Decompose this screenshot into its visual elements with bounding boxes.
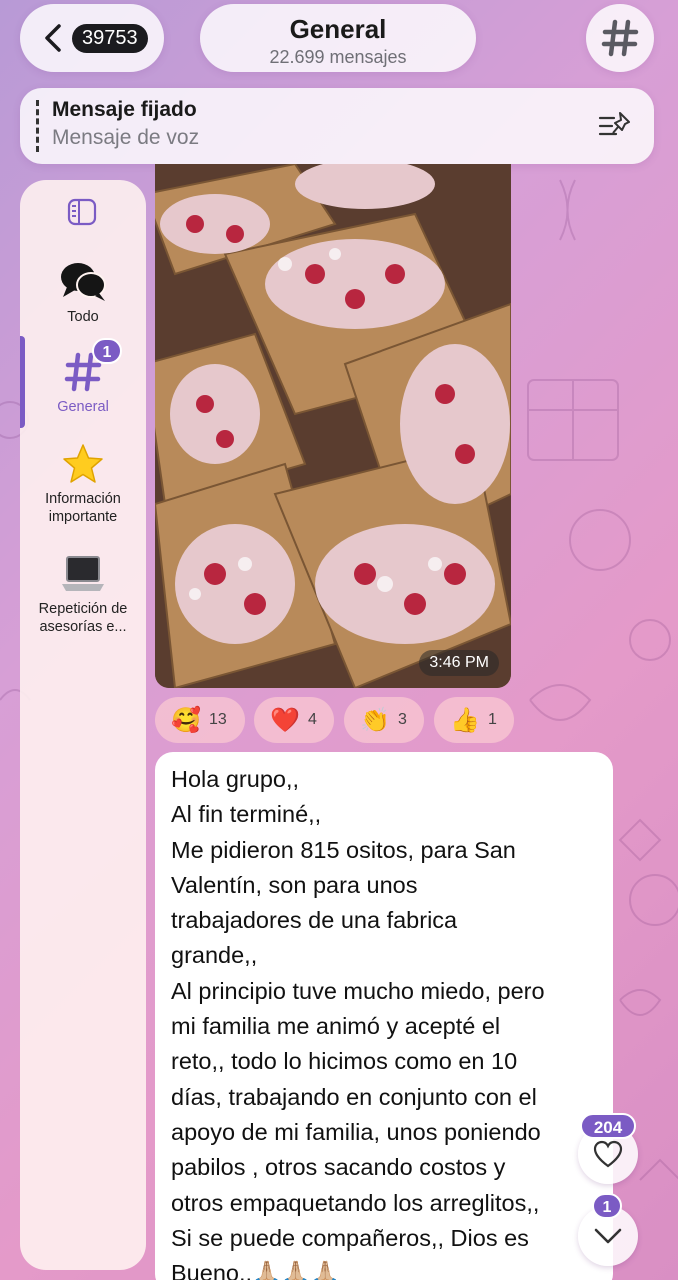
photo-timestamp: 3:46 PM [419, 650, 499, 676]
topic-button[interactable] [586, 4, 654, 72]
reactions-count-badge: 204 [580, 1113, 636, 1139]
text-message-bubble[interactable]: Hola grupo,, Al fin terminé,, Me pidiero… [155, 752, 613, 1280]
star-icon [59, 442, 107, 486]
message-line: días, trabajando en conjunto con el [171, 1083, 537, 1110]
sidebar-item-label-line1: Repetición de [38, 601, 128, 617]
clapping-hands-emoji-icon: 👏 [360, 706, 390, 734]
chat-bubbles-icon [59, 260, 107, 304]
unread-down-badge: 1 [592, 1193, 622, 1219]
message-count: 22.699 mensajes [269, 47, 407, 67]
reaction-smiling-hearts[interactable]: 🥰 13 [155, 697, 245, 743]
reaction-count: 13 [209, 711, 227, 728]
message-line: Al principio tuve mucho miedo, pero [171, 977, 545, 1004]
chevron-down-icon [594, 1228, 622, 1244]
thumbs-up-emoji-icon: 👍 [450, 706, 480, 734]
sidebar-item-todo[interactable]: Todo [20, 260, 146, 326]
chevron-left-icon [45, 24, 61, 52]
reaction-count: 3 [398, 711, 407, 728]
back-button[interactable]: 39753 [20, 4, 164, 72]
message-line: apoyo de mi familia, unos poniendo [171, 1118, 541, 1145]
message-line: otros empaquetando los arreglitos,, [171, 1189, 540, 1216]
sidebar-item-informacion[interactable]: Información importante [20, 442, 146, 526]
topics-sidebar: Todo 1 General Información importante Re… [20, 180, 146, 1270]
chat-title: General [289, 14, 387, 44]
unread-badge: 1 [92, 338, 122, 364]
pinned-indicator [36, 100, 39, 152]
sidebar-item-label-line1: Información [45, 491, 121, 507]
message-line: grande,, [171, 942, 258, 969]
message-line: Me pidieron 815 ositos, para San [171, 836, 516, 863]
sidebar-toggle-icon[interactable] [67, 198, 97, 226]
message-line: mi familia me animó y acepté el [171, 1013, 501, 1040]
reaction-heart[interactable]: ❤️ 4 [254, 697, 334, 743]
smiling-hearts-emoji-icon: 🥰 [171, 706, 201, 734]
message-line: Si se puede compañeros,, Dios es [171, 1224, 529, 1251]
pinned-title: Mensaje fijado [52, 98, 197, 121]
message-line: Al fin terminé,, [171, 801, 322, 828]
photo-message[interactable]: 3:46 PM [155, 164, 511, 688]
chat-header[interactable]: General 22.699 mensajes [200, 4, 476, 72]
sidebar-item-label: Todo [67, 309, 99, 325]
pinned-message[interactable]: Mensaje fijado Mensaje de voz [20, 88, 654, 164]
message-line: Bueno,,🙏🏼🙏🏼🙏🏼 [171, 1260, 340, 1280]
reaction-clap[interactable]: 👏 3 [344, 697, 424, 743]
sidebar-item-label-line2: asesorías e... [39, 619, 127, 635]
message-line: Hola grupo,, [171, 766, 300, 792]
reaction-thumbs-up[interactable]: 👍 1 [434, 697, 514, 743]
pinned-subtitle: Mensaje de voz [52, 126, 200, 149]
unread-count-badge: 39753 [72, 23, 148, 53]
sidebar-item-label-line2: importante [48, 509, 118, 525]
boxes-of-gifts-image [155, 164, 511, 688]
reaction-count: 4 [308, 711, 317, 728]
message-line: Valentín, son para unos [171, 871, 418, 898]
heart-outline-icon [593, 1140, 623, 1168]
sidebar-item-label: General [57, 399, 109, 415]
sidebar-item-general[interactable]: 1 General [20, 338, 146, 416]
message-line: pabilos , otros sacando costos y [171, 1154, 506, 1181]
sidebar-item-repeticion[interactable]: Repetición de asesorías e... [20, 552, 146, 636]
reaction-count: 1 [488, 711, 497, 728]
message-line: reto,, todo lo hicimos como en 10 [171, 1048, 518, 1075]
laptop-icon [59, 552, 107, 596]
heart-emoji-icon: ❤️ [270, 706, 300, 734]
hash-icon [601, 19, 639, 57]
message-line: trabajadores de una fabrica [171, 907, 458, 934]
pin-list-icon[interactable] [598, 110, 632, 140]
